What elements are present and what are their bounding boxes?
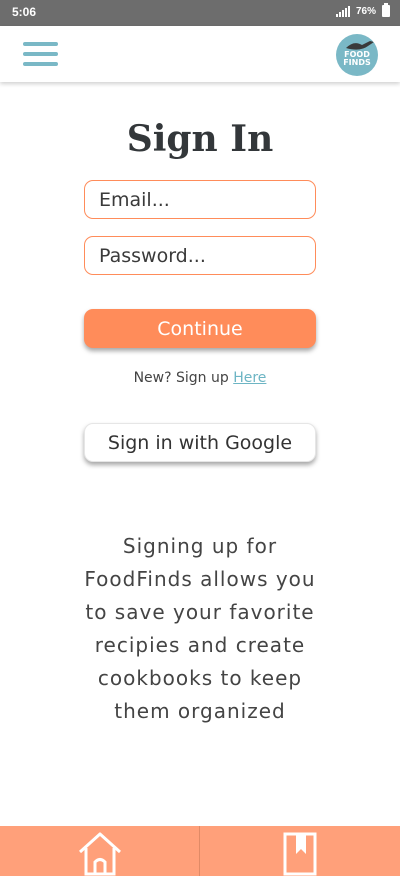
google-signin-button[interactable]: Sign in with Google: [84, 423, 316, 462]
page-title: Sign In: [126, 118, 274, 160]
status-indicators: 76%: [335, 3, 390, 17]
hamburger-menu-icon[interactable]: [23, 42, 58, 68]
status-time: 5:06: [12, 5, 37, 19]
foodfinds-logo[interactable]: FOOD FINDS: [336, 34, 378, 76]
signup-link[interactable]: Here: [233, 370, 266, 386]
bottom-nav: [0, 826, 400, 876]
app-header: FOOD FINDS: [0, 26, 400, 82]
continue-button[interactable]: Continue: [84, 309, 316, 348]
email-field[interactable]: [84, 180, 316, 219]
password-field[interactable]: [84, 236, 316, 275]
signup-info-text: Signing up for FoodFinds allows you to s…: [84, 534, 316, 723]
battery-percent: 76%: [355, 5, 376, 17]
nav-divider: [199, 826, 200, 876]
signup-prefix: New? Sign up: [133, 370, 234, 386]
status-bar: 5:06 76%: [0, 0, 400, 26]
signup-prompt: New? Sign up Here: [0, 370, 400, 386]
signal-icon: [335, 5, 350, 17]
bookmark-icon[interactable]: [279, 832, 321, 876]
home-icon[interactable]: [76, 830, 124, 876]
logo-text: FOOD FINDS: [343, 50, 371, 67]
battery-icon: [382, 3, 390, 17]
